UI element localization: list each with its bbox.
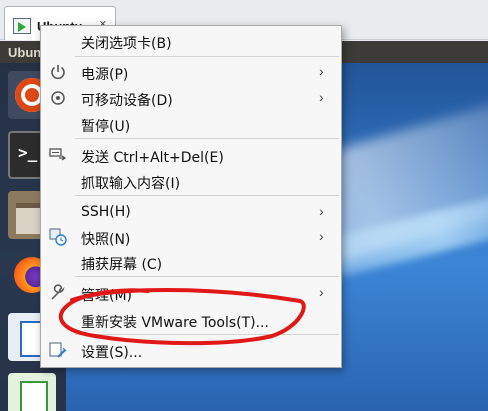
- submenu-chevron-icon: ›: [319, 284, 324, 300]
- power-icon: [51, 65, 65, 80]
- menu-item-label: 抓取输入内容(I): [81, 176, 181, 192]
- submenu-chevron-icon: ›: [319, 203, 324, 219]
- menu-separator: [75, 276, 339, 277]
- menu-item-label: 设置(S)...: [81, 345, 143, 361]
- menu-item-label: 发送 Ctrl+Alt+Del(E): [81, 150, 224, 166]
- menu-item-grab-input[interactable]: 抓取输入内容(I): [41, 169, 341, 193]
- menu-item-close-tab[interactable]: 关闭选项卡(B): [41, 29, 341, 53]
- menu-item-label: 可移动设备(D): [81, 93, 173, 109]
- menu-item-manage[interactable]: 管理(M) ›: [41, 281, 341, 305]
- calc-icon[interactable]: [8, 373, 56, 411]
- menu-item-label: 快照(N): [81, 232, 131, 248]
- menu-separator: [75, 56, 339, 57]
- submenu-chevron-icon: ›: [319, 63, 324, 79]
- keyboard-send-icon: [49, 148, 67, 161]
- removable-device-icon: [51, 91, 65, 105]
- menu-item-ssh[interactable]: SSH(H) ›: [41, 200, 341, 224]
- guest-window-title: Ubun: [8, 45, 42, 60]
- menu-separator: [75, 195, 339, 196]
- menu-item-snapshot[interactable]: 快照(N) ›: [41, 225, 341, 249]
- vm-context-menu: 关闭选项卡(B) 电源(P) › 可移动设备(D) › 暂停(U) 发送 Ctr…: [40, 25, 342, 368]
- menu-separator: [75, 138, 339, 139]
- menu-item-reinstall-vmware-tools[interactable]: 重新安装 VMware Tools(T)...: [41, 308, 341, 332]
- menu-item-label: SSH(H): [81, 204, 131, 220]
- settings-icon: [49, 342, 67, 358]
- submenu-chevron-icon: ›: [319, 89, 324, 105]
- menu-item-label: 管理(M): [81, 288, 133, 304]
- menu-item-label: 捕获屏幕 (C): [81, 257, 163, 273]
- menu-item-send-ctrl-alt-del[interactable]: 发送 Ctrl+Alt+Del(E): [41, 143, 341, 167]
- menu-item-capture-screen[interactable]: 捕获屏幕 (C): [41, 250, 341, 274]
- menu-item-removable-devices[interactable]: 可移动设备(D) ›: [41, 86, 341, 110]
- menu-item-label: 关闭选项卡(B): [81, 36, 172, 52]
- vm-running-icon: [13, 18, 31, 34]
- menu-item-power[interactable]: 电源(P) ›: [41, 60, 341, 84]
- menu-item-pause[interactable]: 暂停(U): [41, 112, 341, 136]
- menu-item-label: 重新安装 VMware Tools(T)...: [81, 315, 269, 331]
- menu-item-label: 电源(P): [81, 67, 129, 83]
- snapshot-icon: [49, 228, 67, 246]
- wrench-icon: [51, 284, 65, 300]
- submenu-chevron-icon: ›: [319, 228, 324, 244]
- menu-item-settings[interactable]: 设置(S)...: [41, 338, 341, 362]
- menu-separator: [75, 334, 339, 335]
- menu-item-label: 暂停(U): [81, 119, 131, 135]
